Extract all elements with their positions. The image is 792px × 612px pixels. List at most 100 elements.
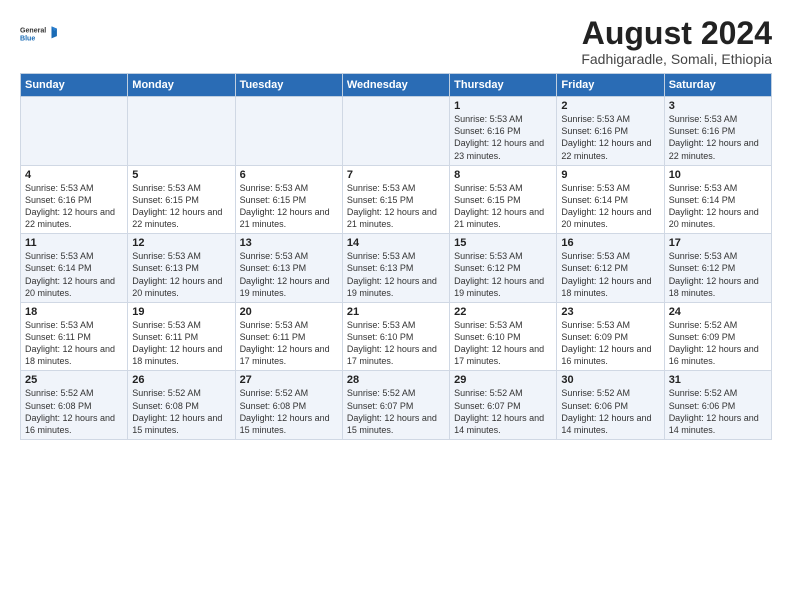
cell-w3-d1: 11Sunrise: 5:53 AM Sunset: 6:14 PM Dayli… — [21, 234, 128, 303]
cell-w2-d5: 8Sunrise: 5:53 AM Sunset: 6:15 PM Daylig… — [450, 165, 557, 234]
day-number: 16 — [561, 237, 659, 249]
day-number: 14 — [347, 237, 445, 249]
main-title: August 2024 — [581, 16, 772, 51]
week-row-4: 18Sunrise: 5:53 AM Sunset: 6:11 PM Dayli… — [21, 302, 772, 371]
cell-w2-d1: 4Sunrise: 5:53 AM Sunset: 6:16 PM Daylig… — [21, 165, 128, 234]
cell-w2-d3: 6Sunrise: 5:53 AM Sunset: 6:15 PM Daylig… — [235, 165, 342, 234]
day-number: 22 — [454, 306, 552, 318]
day-info: Sunrise: 5:53 AM Sunset: 6:15 PM Dayligh… — [132, 182, 230, 231]
title-block: August 2024 Fadhigaradle, Somali, Ethiop… — [581, 16, 772, 67]
cell-w3-d6: 16Sunrise: 5:53 AM Sunset: 6:12 PM Dayli… — [557, 234, 664, 303]
cell-w4-d7: 24Sunrise: 5:52 AM Sunset: 6:09 PM Dayli… — [664, 302, 771, 371]
header-saturday: Saturday — [664, 74, 771, 97]
day-number: 12 — [132, 237, 230, 249]
week-row-3: 11Sunrise: 5:53 AM Sunset: 6:14 PM Dayli… — [21, 234, 772, 303]
day-info: Sunrise: 5:53 AM Sunset: 6:11 PM Dayligh… — [132, 319, 230, 368]
day-number: 11 — [25, 237, 123, 249]
svg-text:Blue: Blue — [20, 36, 35, 43]
day-number: 18 — [25, 306, 123, 318]
day-number: 25 — [25, 374, 123, 386]
day-info: Sunrise: 5:52 AM Sunset: 6:08 PM Dayligh… — [25, 387, 123, 436]
cell-w5-d2: 26Sunrise: 5:52 AM Sunset: 6:08 PM Dayli… — [128, 371, 235, 440]
day-info: Sunrise: 5:53 AM Sunset: 6:16 PM Dayligh… — [561, 113, 659, 162]
day-number: 1 — [454, 100, 552, 112]
cell-w4-d2: 19Sunrise: 5:53 AM Sunset: 6:11 PM Dayli… — [128, 302, 235, 371]
day-info: Sunrise: 5:53 AM Sunset: 6:12 PM Dayligh… — [561, 250, 659, 299]
day-info: Sunrise: 5:53 AM Sunset: 6:13 PM Dayligh… — [240, 250, 338, 299]
day-info: Sunrise: 5:53 AM Sunset: 6:16 PM Dayligh… — [25, 182, 123, 231]
header-wednesday: Wednesday — [342, 74, 449, 97]
day-number: 17 — [669, 237, 767, 249]
header-monday: Monday — [128, 74, 235, 97]
day-number: 10 — [669, 169, 767, 181]
cell-w5-d1: 25Sunrise: 5:52 AM Sunset: 6:08 PM Dayli… — [21, 371, 128, 440]
day-info: Sunrise: 5:53 AM Sunset: 6:12 PM Dayligh… — [669, 250, 767, 299]
cell-w5-d3: 27Sunrise: 5:52 AM Sunset: 6:08 PM Dayli… — [235, 371, 342, 440]
day-info: Sunrise: 5:53 AM Sunset: 6:13 PM Dayligh… — [132, 250, 230, 299]
header-friday: Friday — [557, 74, 664, 97]
header-tuesday: Tuesday — [235, 74, 342, 97]
cell-w4-d6: 23Sunrise: 5:53 AM Sunset: 6:09 PM Dayli… — [557, 302, 664, 371]
cell-w1-d6: 2Sunrise: 5:53 AM Sunset: 6:16 PM Daylig… — [557, 97, 664, 166]
day-number: 15 — [454, 237, 552, 249]
day-info: Sunrise: 5:53 AM Sunset: 6:09 PM Dayligh… — [561, 319, 659, 368]
day-info: Sunrise: 5:53 AM Sunset: 6:11 PM Dayligh… — [25, 319, 123, 368]
cell-w4-d3: 20Sunrise: 5:53 AM Sunset: 6:11 PM Dayli… — [235, 302, 342, 371]
day-number: 19 — [132, 306, 230, 318]
cell-w1-d4 — [342, 97, 449, 166]
cell-w5-d4: 28Sunrise: 5:52 AM Sunset: 6:07 PM Dayli… — [342, 371, 449, 440]
day-number: 23 — [561, 306, 659, 318]
day-info: Sunrise: 5:52 AM Sunset: 6:06 PM Dayligh… — [561, 387, 659, 436]
cell-w2-d7: 10Sunrise: 5:53 AM Sunset: 6:14 PM Dayli… — [664, 165, 771, 234]
cell-w3-d4: 14Sunrise: 5:53 AM Sunset: 6:13 PM Dayli… — [342, 234, 449, 303]
day-info: Sunrise: 5:53 AM Sunset: 6:12 PM Dayligh… — [454, 250, 552, 299]
day-info: Sunrise: 5:52 AM Sunset: 6:09 PM Dayligh… — [669, 319, 767, 368]
day-info: Sunrise: 5:53 AM Sunset: 6:14 PM Dayligh… — [25, 250, 123, 299]
week-row-5: 25Sunrise: 5:52 AM Sunset: 6:08 PM Dayli… — [21, 371, 772, 440]
day-info: Sunrise: 5:53 AM Sunset: 6:15 PM Dayligh… — [240, 182, 338, 231]
cell-w5-d7: 31Sunrise: 5:52 AM Sunset: 6:06 PM Dayli… — [664, 371, 771, 440]
cell-w3-d5: 15Sunrise: 5:53 AM Sunset: 6:12 PM Dayli… — [450, 234, 557, 303]
day-info: Sunrise: 5:53 AM Sunset: 6:10 PM Dayligh… — [454, 319, 552, 368]
day-number: 24 — [669, 306, 767, 318]
header-row: SundayMondayTuesdayWednesdayThursdayFrid… — [21, 74, 772, 97]
day-number: 20 — [240, 306, 338, 318]
header-sunday: Sunday — [21, 74, 128, 97]
day-info: Sunrise: 5:52 AM Sunset: 6:07 PM Dayligh… — [347, 387, 445, 436]
day-info: Sunrise: 5:52 AM Sunset: 6:08 PM Dayligh… — [132, 387, 230, 436]
day-info: Sunrise: 5:52 AM Sunset: 6:08 PM Dayligh… — [240, 387, 338, 436]
day-info: Sunrise: 5:53 AM Sunset: 6:15 PM Dayligh… — [347, 182, 445, 231]
day-info: Sunrise: 5:52 AM Sunset: 6:06 PM Dayligh… — [669, 387, 767, 436]
header: General Blue August 2024 Fadhigaradle, S… — [20, 16, 772, 67]
week-row-1: 1 Sunrise: 5:53 AM Sunset: 6:16 PM Daylig… — [21, 97, 772, 166]
day-number: 4 — [25, 169, 123, 181]
day-number: 7 — [347, 169, 445, 181]
logo-svg: General Blue — [20, 16, 58, 52]
day-number: 9 — [561, 169, 659, 181]
page: General Blue August 2024 Fadhigaradle, S… — [0, 0, 792, 450]
day-number: 29 — [454, 374, 552, 386]
header-thursday: Thursday — [450, 74, 557, 97]
day-info: Sunrise: 5:52 AM Sunset: 6:07 PM Dayligh… — [454, 387, 552, 436]
day-number: 6 — [240, 169, 338, 181]
day-number: 3 — [669, 100, 767, 112]
day-number: 2 — [561, 100, 659, 112]
day-number: 21 — [347, 306, 445, 318]
cell-w5-d6: 30Sunrise: 5:52 AM Sunset: 6:06 PM Dayli… — [557, 371, 664, 440]
day-info: Sunrise: 5:53 AM Sunset: 6:14 PM Dayligh… — [561, 182, 659, 231]
cell-w1-d5: 1Sunrise: 5:53 AM Sunset: 6:16 PM Daylig… — [450, 97, 557, 166]
subtitle: Fadhigaradle, Somali, Ethiopia — [581, 51, 772, 67]
cell-w1-d3 — [235, 97, 342, 166]
cell-w1-d2 — [128, 97, 235, 166]
cell-w2-d6: 9Sunrise: 5:53 AM Sunset: 6:14 PM Daylig… — [557, 165, 664, 234]
cell-w4-d4: 21Sunrise: 5:53 AM Sunset: 6:10 PM Dayli… — [342, 302, 449, 371]
day-info: Sunrise: 5:53 AM Sunset: 6:14 PM Dayligh… — [669, 182, 767, 231]
day-number: 8 — [454, 169, 552, 181]
day-info: Sunrise: 5:53 AM Sunset: 6:15 PM Dayligh… — [454, 182, 552, 231]
calendar-table: SundayMondayTuesdayWednesdayThursdayFrid… — [20, 73, 772, 440]
logo: General Blue — [20, 16, 58, 52]
cell-w3-d2: 12Sunrise: 5:53 AM Sunset: 6:13 PM Dayli… — [128, 234, 235, 303]
day-number: 27 — [240, 374, 338, 386]
day-info: Sunrise: 5:53 AM Sunset: 6:10 PM Dayligh… — [347, 319, 445, 368]
cell-w1-d1 — [21, 97, 128, 166]
